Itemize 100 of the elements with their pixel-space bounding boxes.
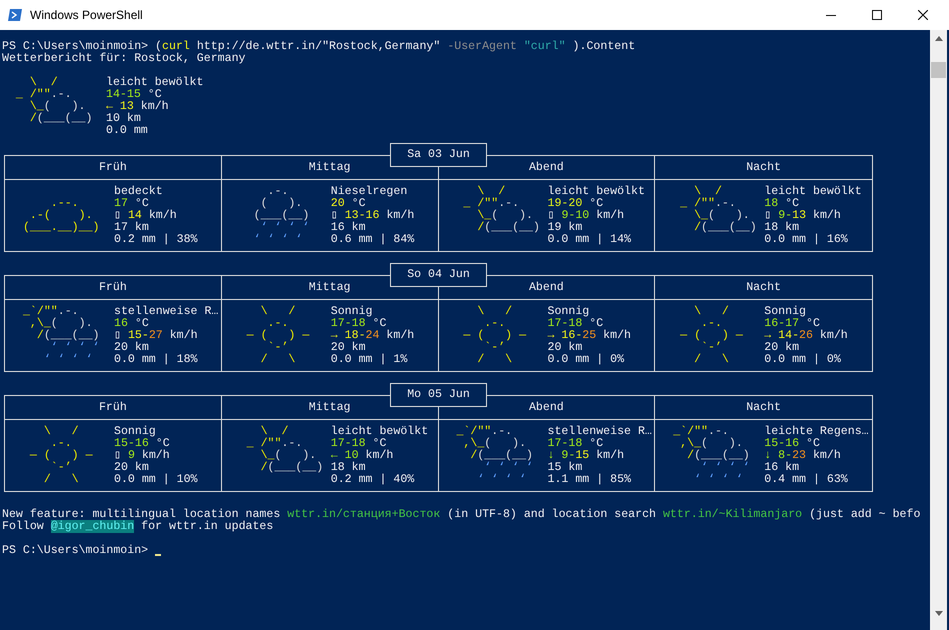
date-label: So 04 Jun <box>390 263 487 287</box>
visibility-reading: 17 km <box>114 222 150 234</box>
close-icon <box>918 10 928 20</box>
visibility-reading: 16 km <box>330 222 367 234</box>
scroll-up-icon[interactable] <box>934 36 942 41</box>
period-header: Früh <box>5 276 222 300</box>
ascii-weather-art: \ / .-. ― ( ) ― `-’ / \ <box>679 306 744 368</box>
weather-description: stellenweise R… <box>114 306 218 318</box>
terminal-app-icon <box>8 9 22 21</box>
wind-reading: ▯ 9-13 km/h <box>764 210 842 222</box>
wind-reading: ↓ 8-23 km/h <box>764 450 842 462</box>
period-header: Früh <box>5 156 222 180</box>
ascii-weather-art: _`/"".-. ,\_( ). /(___(__) ‘ ‘ ‘ ‘ ‘ ‘ ‘ ‘ <box>22 306 101 368</box>
maximize-icon <box>872 10 882 20</box>
weather-description: leicht bewölkt <box>330 426 428 438</box>
temperature-reading: 18 °C <box>764 198 800 210</box>
wind-reading: ↓ 9-15 km/h <box>548 450 626 462</box>
weather-description: Sonnig <box>114 426 157 438</box>
prompt-text: PS C:\Users\moinmoin> <box>2 545 150 557</box>
visibility-reading: 18 km <box>764 222 800 234</box>
weather-description: Sonnig <box>330 306 374 318</box>
temperature-reading: 19-20 °C <box>548 198 604 210</box>
minimize-icon <box>826 14 836 16</box>
wind-reading: → 18-24 km/h <box>330 330 414 342</box>
precipitation-reading: 0.0 mm | 1% <box>330 354 408 366</box>
weather-description: Sonnig <box>764 306 807 318</box>
precipitation-reading: 0.2 mm | 40% <box>330 474 416 486</box>
ascii-weather-art: _`/"".-. ,\_( ). /(___(__) ‘ ‘ ‘ ‘ ‘ ‘ ‘ ‘ <box>455 426 534 488</box>
temperature-reading: 17-18 °C <box>548 438 604 450</box>
ascii-weather-art: \ / _ /"".-. \_( ). /(___(__) <box>679 186 758 236</box>
ascii-weather-art: \ / _ /"".-. \_( ). /(___(__) <box>462 186 541 236</box>
precipitation-reading: 0.6 mm | 84% <box>330 234 414 246</box>
ascii-weather-art: \ / .-. ― ( ) ― `-’ / \ <box>462 306 528 368</box>
visibility-reading: 20 km <box>548 342 584 354</box>
visibility-reading: 20 km <box>114 462 150 474</box>
ascii-weather-art: \ / _ /"".-. \_( ). /(___(__) <box>246 426 324 476</box>
visibility-reading: 18 km <box>330 462 367 474</box>
precipitation-reading: 0.0 mm | 10% <box>114 474 198 486</box>
temperature-reading: 14-15 °C <box>106 89 162 101</box>
period-header: Früh <box>5 396 222 420</box>
temperature-reading: 16-17 °C <box>764 318 821 330</box>
precipitation-reading: 0.0 mm | 14% <box>548 234 632 246</box>
scrollbar[interactable] <box>930 30 947 630</box>
temperature-reading: 17-18 °C <box>330 318 388 330</box>
visibility-reading: 10 km <box>106 113 142 125</box>
scrollbar-thumb[interactable] <box>931 62 946 78</box>
weather-description: bedeckt <box>114 186 164 198</box>
text-cursor <box>155 554 162 556</box>
ascii-weather-art: \ / .-. ― ( ) ― `-’ / \ <box>28 426 94 488</box>
wind-reading: ▯ 9-10 km/h <box>548 210 626 222</box>
visibility-reading: 15 km <box>548 462 584 474</box>
info-message: Follow @igor_chubin for wttr.in updates <box>2 521 274 533</box>
precipitation-reading: 0.0 mm <box>106 125 149 137</box>
ascii-weather-art: \ / .-. ― ( ) ― `-’ / \ <box>246 306 310 368</box>
temperature-reading: 20 °C <box>330 198 367 210</box>
precipitation-reading: 0.4 mm | 63% <box>764 474 849 486</box>
date-label: Sa 03 Jun <box>390 143 487 167</box>
visibility-reading: 20 km <box>330 342 367 354</box>
wind-reading: ▯ 15-27 km/h <box>114 330 199 342</box>
ascii-weather-art: .-. ( ). (___(__) ‘ ‘ ‘ ‘ ‘ ‘ ‘ ‘ <box>252 186 310 248</box>
date-label: Mo 05 Jun <box>390 383 487 407</box>
command-line: PS C:\Users\moinmoin> (curl http://de.wttr.in/"Rostock,Germany" -UserAgent "curl" ).Content <box>2 41 636 53</box>
temperature-reading: 15-16 °C <box>114 438 171 450</box>
visibility-reading: 20 km <box>114 342 150 354</box>
wind-reading: → 14-26 km/h <box>764 330 848 342</box>
precipitation-reading: 0.0 mm | 16% <box>764 234 849 246</box>
temperature-reading: 17 °C <box>114 198 150 210</box>
precipitation-reading: 0.0 mm | 18% <box>114 354 198 366</box>
ascii-weather-art: .--. .-( ). (___.__)__) <box>22 196 100 236</box>
scroll-down-icon[interactable] <box>934 611 942 616</box>
precipitation-reading: 0.2 mm | 38% <box>114 234 198 246</box>
window-title: Windows PowerShell <box>30 7 143 24</box>
report-title: Wetterbericht für: Rostock, Germany <box>2 53 247 65</box>
ascii-weather-art: \ / _ /"".-. \_( ). /(___(__) <box>14 77 94 127</box>
visibility-reading: 16 km <box>764 462 800 474</box>
info-message: New feature: multilingual location names wttr.in/станция+Восток (in UTF-8) and location search wttr.in/~Kilimanjaro (just add ~ befo <box>2 509 922 521</box>
temperature-reading: 17-18 °C <box>548 318 604 330</box>
visibility-reading: 19 km <box>548 222 584 234</box>
precipitation-reading: 0.0 mm | 0% <box>764 354 842 366</box>
weather-description: leicht bewölkt <box>548 186 645 198</box>
wind-reading: ← 10 km/h <box>330 450 394 462</box>
temperature-reading: 16 °C <box>114 318 150 330</box>
weather-description: leicht bewölkt <box>764 186 862 198</box>
wind-reading: ← 13 km/h <box>106 101 170 113</box>
period-header: Nacht <box>655 156 872 180</box>
wind-reading: ▯ 13-16 km/h <box>330 210 414 222</box>
weather-description: Nieselregen <box>330 186 408 198</box>
ascii-weather-art: _`/"".-. ,\_( ). /(___(__) ‘ ‘ ‘ ‘ ‘ ‘ ‘ ‘ <box>672 426 751 488</box>
temperature-reading: 17-18 °C <box>330 438 386 450</box>
wind-reading: ▯ 9 km/h <box>114 450 171 462</box>
wind-reading: → 16-25 km/h <box>548 330 632 342</box>
precipitation-reading: 0.0 mm | 0% <box>548 354 626 366</box>
visibility-reading: 20 km <box>764 342 800 354</box>
temperature-reading: 15-16 °C <box>764 438 820 450</box>
precipitation-reading: 1.1 mm | 85% <box>548 474 632 486</box>
weather-description: Sonnig <box>548 306 590 318</box>
period-header: Nacht <box>655 276 872 300</box>
weather-description: leichte Regens… <box>764 426 869 438</box>
weather-description: leicht bewölkt <box>106 77 204 89</box>
wind-reading: ▯ 14 km/h <box>114 210 178 222</box>
